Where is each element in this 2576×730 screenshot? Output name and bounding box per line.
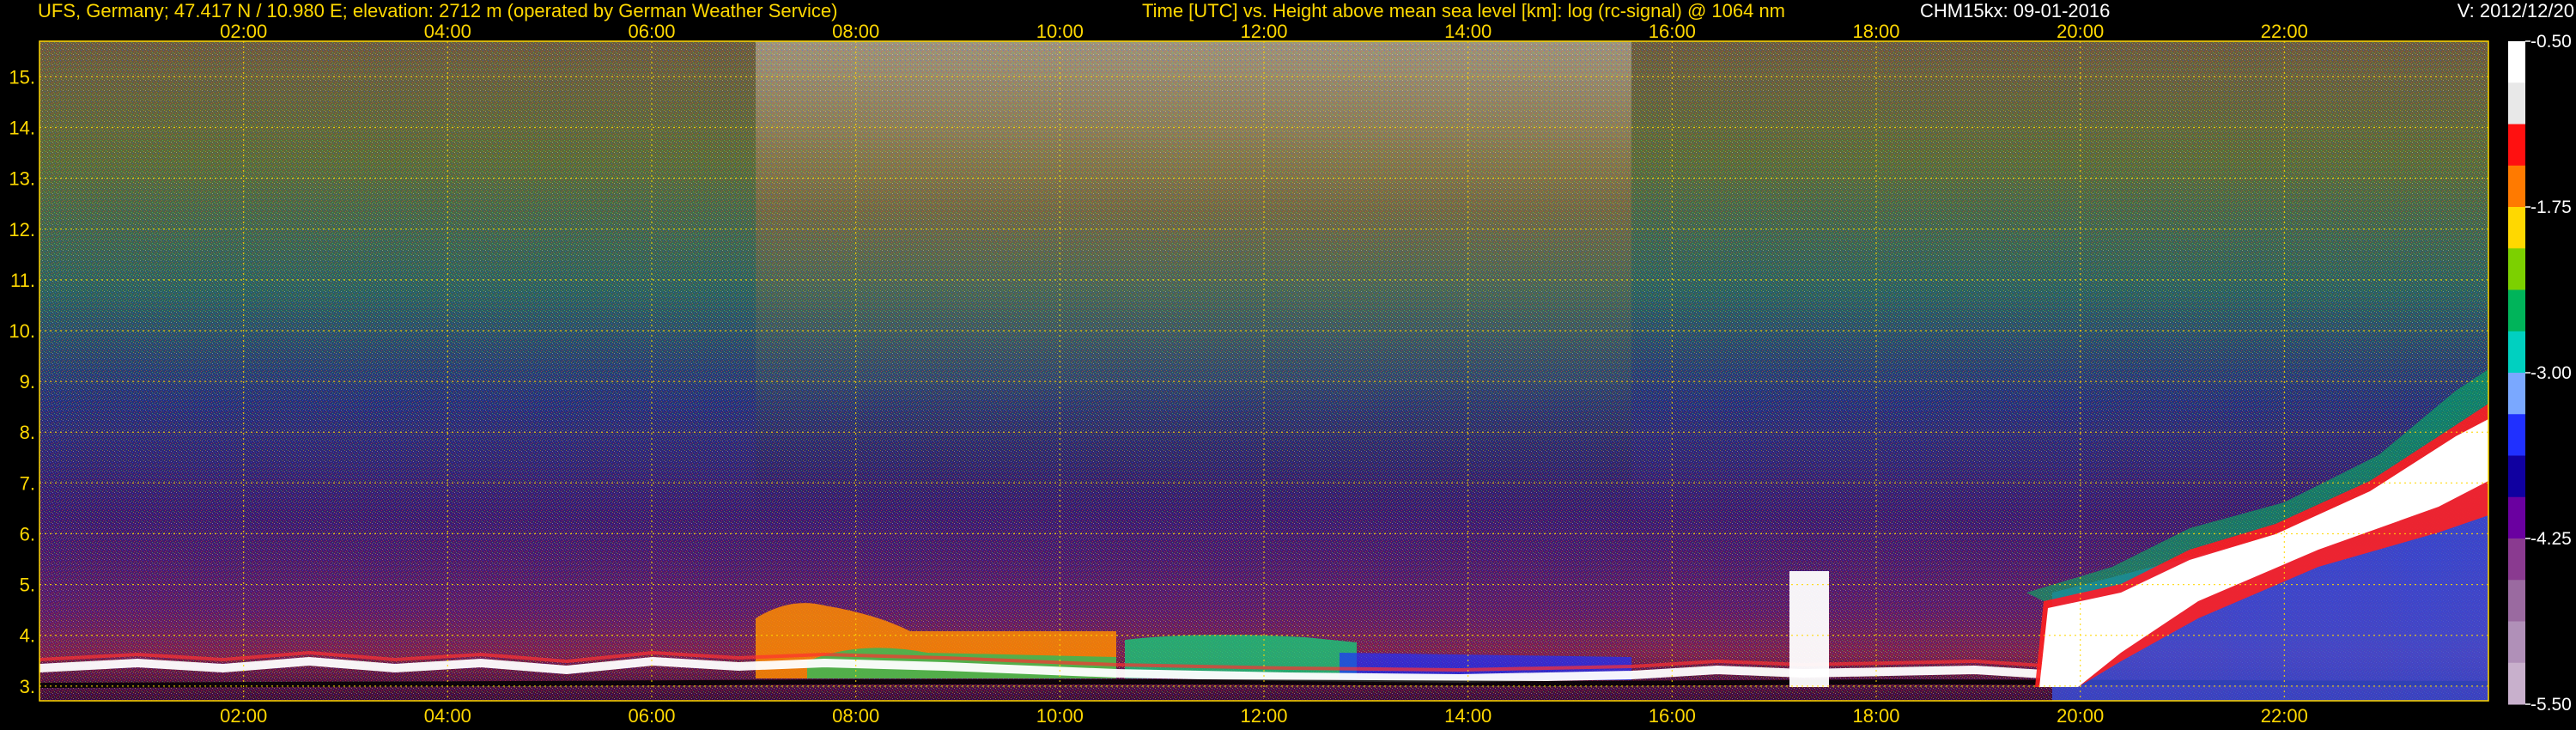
x-tick-label-top: 12:00: [1240, 21, 1287, 42]
x-tick-label-top: 06:00: [628, 21, 675, 42]
y-tick-label: 4.: [20, 625, 35, 647]
y-tick-label: 13.: [9, 168, 35, 190]
y-tick-label: 11.: [10, 270, 35, 291]
x-tick-label-top: 02:00: [220, 21, 267, 42]
x-tick-label-top: 18:00: [1852, 21, 1899, 42]
x-tick-label-bottom: 12:00: [1240, 705, 1287, 727]
y-tick-label: 8.: [20, 422, 35, 443]
y-tick-label: 7.: [20, 472, 35, 494]
y-tick-label: 15.: [9, 66, 35, 88]
colorbar-segment: [2508, 496, 2525, 539]
x-tick-label-bottom: 22:00: [2261, 705, 2308, 727]
colorbar-segment: [2508, 414, 2525, 456]
x-tick-label-bottom: 18:00: [1852, 705, 1899, 727]
colorbar-segment: [2508, 248, 2525, 290]
y-tick-label: 3.: [20, 676, 35, 697]
colorbar-segment: [2508, 621, 2525, 664]
y-tick-label: 12.: [9, 219, 35, 240]
x-tick-label-bottom: 16:00: [1649, 705, 1696, 727]
colorbar-segment: [2508, 41, 2525, 83]
colorbar-segment: [2508, 165, 2525, 208]
x-tick-label-bottom: 14:00: [1444, 705, 1492, 727]
colorbar-segment: [2508, 455, 2525, 498]
colorbar-segment: [2508, 207, 2525, 249]
x-tick-label-top: 16:00: [1649, 21, 1696, 42]
x-tick-label-bottom: 04:00: [424, 705, 471, 727]
colorbar: [2508, 41, 2525, 705]
colorbar-label: -4.25: [2530, 529, 2572, 549]
y-tick-label: 10.: [9, 320, 35, 342]
colorbar-segment: [2508, 331, 2525, 374]
x-tick-label-top: 14:00: [1444, 21, 1492, 42]
x-tick-label-top: 20:00: [2057, 21, 2104, 42]
x-tick-label-top: 08:00: [832, 21, 879, 42]
x-tick-label-top: 22:00: [2261, 21, 2308, 42]
colorbar-segment: [2508, 373, 2525, 415]
x-tick-label-top: 10:00: [1036, 21, 1084, 42]
lidar-heatmap-chart: 02:00 04:00 06:00 08:00 10:00 12:00 14:00 16:00…: [9, 21, 2572, 727]
y-tick-label: 6.: [20, 523, 35, 544]
y-tick-label: 5.: [20, 575, 35, 596]
colorbar-label: -1.75: [2530, 198, 2572, 217]
colorbar-label: -5.50: [2530, 695, 2572, 715]
colorbar-segment: [2508, 538, 2525, 581]
cloud-spike-17h: [1789, 571, 1829, 687]
x-tick-label-bottom: 08:00: [832, 705, 879, 727]
colorbar-segment: [2508, 124, 2525, 167]
colorbar-segment: [2508, 82, 2525, 125]
x-tick-label-bottom: 06:00: [628, 705, 675, 727]
x-tick-label-bottom: 10:00: [1036, 705, 1084, 727]
y-tick-label: 14.: [9, 118, 35, 139]
colorbar-segment: [2508, 289, 2525, 332]
y-tick-label: 9.: [20, 371, 35, 392]
colorbar-label: -0.50: [2530, 32, 2572, 52]
x-tick-label-bottom: 02:00: [220, 705, 267, 727]
colorbar-segment: [2508, 580, 2525, 622]
colorbar-segment: [2508, 662, 2525, 705]
colorbar-label: -3.00: [2530, 363, 2572, 383]
x-tick-label-bottom: 20:00: [2057, 705, 2104, 727]
x-tick-label-top: 04:00: [424, 21, 471, 42]
